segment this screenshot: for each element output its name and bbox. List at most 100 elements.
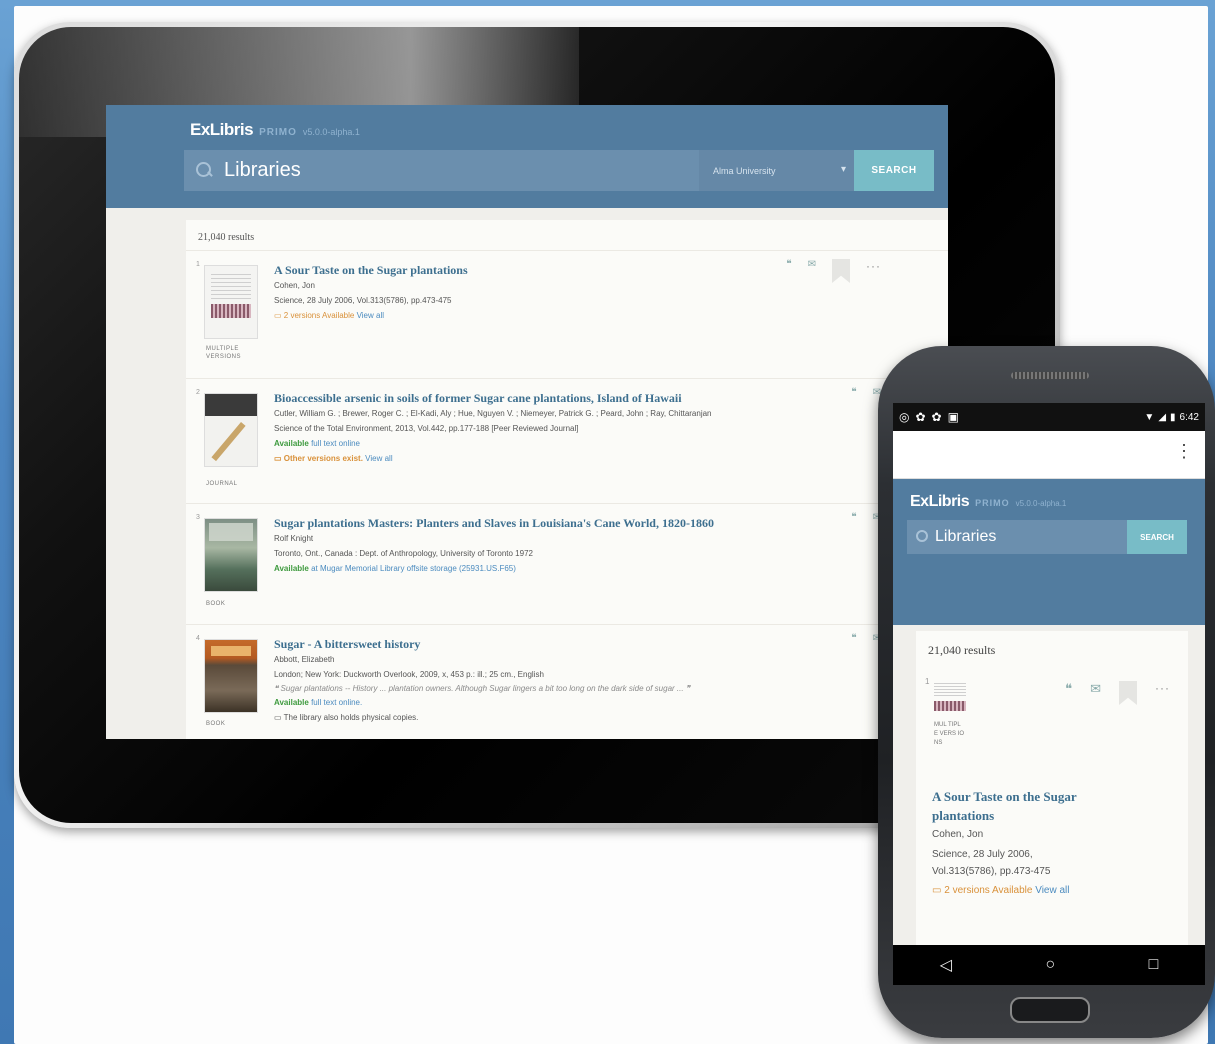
record-thumbnail[interactable] — [204, 639, 258, 713]
record-type: BOOK — [206, 601, 226, 607]
email-icon[interactable]: ✉ — [1090, 681, 1101, 697]
exlibris-logo[interactable]: ExLibris PRIMO v5.0.0-alpha.1 — [910, 493, 1066, 511]
results-count: 21,040 results — [928, 643, 996, 657]
record-title[interactable]: Bioaccessible arsenic in soils of former… — [274, 391, 682, 406]
search-button[interactable]: SEARCH — [854, 150, 934, 191]
full-text-link[interactable]: full text online — [311, 439, 360, 448]
whatsapp-icon: ◎ — [899, 410, 910, 424]
versions-status: Other versions exist. — [283, 454, 363, 463]
availability-status: Available — [274, 564, 309, 573]
snippet-text: Sugar plantations -- History ... plantat… — [280, 684, 684, 693]
result-record: 1 MULTIPLE VERSIONS A Sour Taste on the … — [186, 250, 948, 378]
record-source: Toronto, Ont., Canada : Dept. of Anthrop… — [274, 549, 533, 558]
versions-status: 2 versions Available — [944, 885, 1033, 896]
app-header: ExLibris PRIMO v5.0.0-alpha.1 Libraries … — [106, 105, 948, 208]
full-text-link[interactable]: full text online. — [311, 698, 362, 707]
cite-icon[interactable]: ❝ — [786, 259, 791, 270]
search-input[interactable]: Libraries — [224, 159, 699, 182]
results-list: 21,040 results 1 MUL TIPL E VERS IONS A … — [916, 631, 1188, 985]
location-link[interactable]: at Mugar Memorial Library offsite storag… — [311, 564, 516, 573]
record-index: 1 — [196, 261, 200, 268]
record-type: BOOK — [206, 721, 226, 727]
more-icon[interactable]: ··· — [1155, 681, 1170, 695]
brand-name: ExLibris — [910, 493, 970, 510]
thumbnail-lines — [934, 683, 966, 697]
record-versions: ▭ 2 versions Available View all — [274, 311, 384, 320]
status-icons-left: ◎ ✿ ✿ ▣ — [899, 410, 959, 424]
result-record: 4 BOOK Sugar - A bittersweet history Abb… — [186, 624, 948, 739]
home-button[interactable] — [1010, 997, 1090, 1023]
record-thumbnail[interactable] — [204, 518, 258, 592]
record-versions: ▭ Other versions exist. View all — [274, 454, 393, 463]
search-icon — [194, 160, 216, 182]
record-actions: ❝ ✉ ··· — [1065, 681, 1170, 705]
search-bar: Libraries SEARCH — [907, 520, 1187, 554]
back-icon[interactable]: ◁ — [940, 955, 952, 975]
view-all-link[interactable]: View all — [365, 454, 392, 463]
result-record: 2 JOURNAL Bioaccessible arsenic in soils… — [186, 378, 948, 503]
search-input[interactable]: Libraries — [935, 528, 1127, 546]
status-icons-right: ▼ ◢ ▮ 6:42 — [1144, 412, 1199, 423]
home-icon[interactable]: ○ — [1045, 956, 1055, 974]
record-index: 3 — [196, 514, 200, 521]
status-time: 6:42 — [1179, 411, 1199, 423]
holdings-text: The library also holds physical copies. — [283, 713, 419, 722]
settings-icon: ✿ — [931, 410, 942, 424]
record-snippet: ❝ Sugar plantations -- History ... plant… — [274, 684, 690, 693]
thumbnail-graphic — [211, 646, 251, 656]
image-icon: ▣ — [947, 410, 959, 424]
holdings-icon: ▭ — [274, 713, 284, 722]
thumbnail-stroke — [211, 422, 246, 462]
record-thumbnail[interactable] — [204, 393, 258, 467]
versions-status: 2 versions Available — [283, 311, 355, 320]
scope-label: Alma University — [713, 165, 776, 176]
record-source: Science, 28 July 2006, Vol.313(5786), pp… — [274, 296, 452, 305]
thumbnail-graphic — [211, 304, 251, 318]
app-header: ExLibris PRIMO v5.0.0-alpha.1 Libraries … — [893, 479, 1205, 625]
results-list: 21,040 results 1 MULTIPLE VERSIONS A Sou… — [186, 220, 948, 739]
signal-icon: ◢ — [1158, 411, 1167, 423]
versions-icon: ▭ — [274, 311, 284, 320]
record-availability: Available full text online. — [274, 698, 362, 707]
quote-close-icon: ❞ — [683, 684, 691, 693]
record-source: London; New York: Duckworth Overlook, 20… — [274, 670, 544, 679]
record-index: 4 — [196, 635, 200, 642]
thumbnail-graphic — [934, 701, 966, 711]
record-actions: ❝ ✉ ··· — [786, 259, 881, 283]
version-label: v5.0.0-alpha.1 — [302, 127, 360, 137]
record-availability: Available at Mugar Memorial Library offs… — [274, 564, 516, 573]
record-title[interactable]: A Sour Taste on the Sugar plantations — [274, 263, 468, 278]
status-bar: ◎ ✿ ✿ ▣ ▼ ◢ ▮ 6:42 — [893, 403, 1205, 431]
overflow-menu-icon[interactable]: ⋮ — [1175, 441, 1193, 462]
bookmark-icon[interactable] — [1119, 681, 1137, 705]
thumbnail-graphic — [209, 523, 253, 541]
view-all-link[interactable]: View all — [1035, 885, 1069, 896]
product-name: PRIMO — [975, 498, 1010, 508]
recents-icon[interactable]: □ — [1149, 956, 1159, 974]
record-title[interactable]: Sugar plantations Masters: Planters and … — [274, 516, 714, 531]
search-button[interactable]: SEARCH — [1127, 520, 1187, 554]
versions-icon: ▭ — [274, 454, 284, 463]
cite-icon[interactable]: ❝ — [851, 387, 856, 398]
record-title[interactable]: Sugar - A bittersweet history — [274, 637, 420, 652]
record-index: 2 — [196, 389, 200, 396]
record-thumbnail[interactable] — [934, 683, 966, 715]
record-index: 1 — [925, 677, 930, 686]
record-type: JOURNAL — [206, 481, 238, 487]
record-type: MULTIPLE VERSIONS — [206, 346, 242, 360]
cite-icon[interactable]: ❝ — [1065, 681, 1072, 697]
record-title[interactable]: A Sour Taste on the Sugar plantations — [932, 787, 1132, 825]
bookmark-icon[interactable] — [832, 259, 850, 283]
cite-icon[interactable]: ❝ — [851, 633, 856, 644]
scope-dropdown[interactable]: Alma University ▾ — [699, 150, 854, 191]
exlibris-logo[interactable]: ExLibris PRIMO v5.0.0-alpha.1 — [190, 120, 360, 140]
view-all-link[interactable]: View all — [357, 311, 384, 320]
record-author: Rolf Knight — [274, 534, 314, 543]
record-thumbnail[interactable] — [204, 265, 258, 339]
availability-status: Available — [274, 698, 309, 707]
more-icon[interactable]: ··· — [866, 259, 881, 273]
email-icon[interactable]: ✉ — [808, 259, 816, 270]
battery-icon: ▮ — [1170, 411, 1176, 423]
record-actions: ❝ ✉ — [851, 387, 881, 398]
cite-icon[interactable]: ❝ — [851, 512, 856, 523]
